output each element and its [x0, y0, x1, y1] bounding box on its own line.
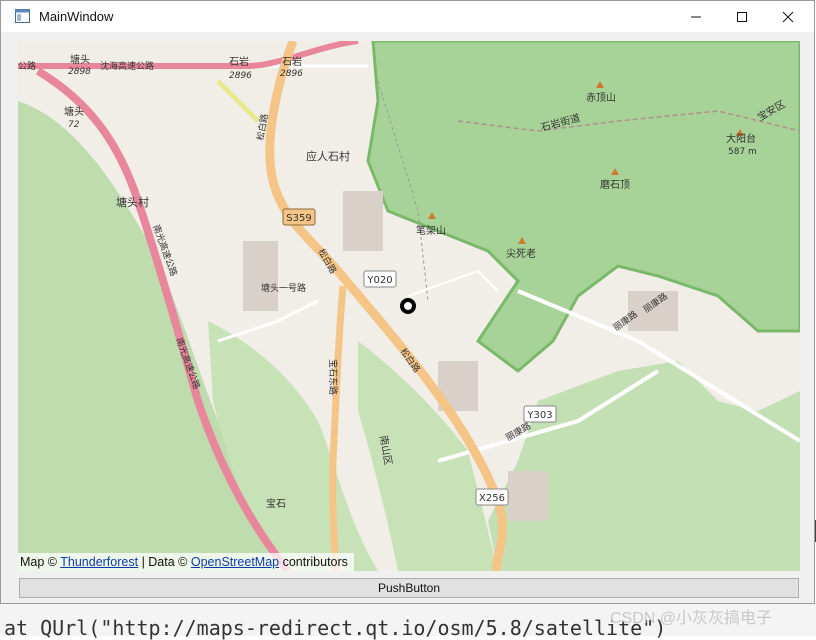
app-window-icon	[15, 9, 30, 23]
map-view[interactable]: S359 Y020 Y303 X256 塘头 2898 沈海高速公路 石岩 28…	[18, 41, 800, 571]
map-label: 应人石村	[306, 149, 350, 163]
minimize-icon	[691, 16, 701, 18]
attribution-prefix: Map ©	[20, 555, 57, 569]
map-label: 公路	[18, 60, 36, 72]
road-shield-y303: Y303	[523, 405, 557, 423]
attribution-data-text: | Data ©	[141, 555, 188, 569]
background-code-line: at QUrl("http://maps-redirect.qt.io/osm/…	[4, 616, 667, 640]
close-icon	[782, 11, 794, 23]
watermark-text: CSDN @小灰灰搞电子	[610, 610, 773, 627]
map-label: 72	[68, 120, 80, 130]
window-title: MainWindow	[39, 9, 114, 24]
map-label: 赤顶山	[586, 92, 616, 104]
map-label: 塘头	[64, 105, 84, 118]
map-label: 2898	[68, 67, 91, 77]
svg-text:Y303: Y303	[526, 410, 552, 421]
main-window: MainWindow S359 Y020 Y303 X256 塘头 2898 沈…	[0, 0, 815, 604]
location-marker	[400, 298, 416, 314]
svg-text:X256: X256	[479, 493, 505, 504]
map-label: 2896	[229, 71, 252, 81]
map-label: 塘头一号路	[261, 282, 306, 294]
map-attribution: Map © Thunderforest | Data © OpenStreetM…	[18, 553, 354, 571]
attribution-suffix: contributors	[282, 555, 348, 569]
road-shield-y020: Y020	[363, 270, 397, 288]
map-label: 2896	[280, 69, 303, 79]
maximize-button[interactable]	[719, 1, 765, 32]
map-canvas[interactable]: S359 Y020 Y303 X256 塘头 2898 沈海高速公路 石岩 28…	[18, 41, 800, 571]
map-label: 587 m	[728, 147, 757, 157]
push-button[interactable]: PushButton	[19, 578, 799, 598]
map-label: 大阳台	[726, 132, 756, 145]
road-shield-x256: X256	[475, 488, 509, 506]
maximize-icon	[737, 12, 747, 22]
svg-text:Y020: Y020	[366, 275, 392, 286]
map-label: 宝石	[266, 497, 286, 510]
map-label: 尖死老	[506, 247, 536, 260]
thunderforest-link[interactable]: Thunderforest	[60, 555, 138, 569]
map-label: 塘头村	[116, 195, 149, 209]
map-label: 石岩	[229, 55, 249, 68]
map-label: 宝石东路	[327, 359, 339, 395]
minimize-button[interactable]	[673, 1, 719, 32]
map-label: 沈海高速公路	[100, 60, 154, 72]
map-label: 石岩	[282, 55, 302, 68]
map-label: 笔架山	[416, 224, 446, 237]
close-button[interactable]	[765, 1, 811, 32]
map-label: 塘头	[70, 53, 90, 66]
road-shield-s359: S359	[282, 208, 316, 226]
openstreetmap-link[interactable]: OpenStreetMap	[191, 555, 279, 569]
map-label: 磨石顶	[600, 179, 630, 191]
svg-text:S359: S359	[286, 213, 311, 224]
title-bar[interactable]: MainWindow	[1, 1, 814, 32]
